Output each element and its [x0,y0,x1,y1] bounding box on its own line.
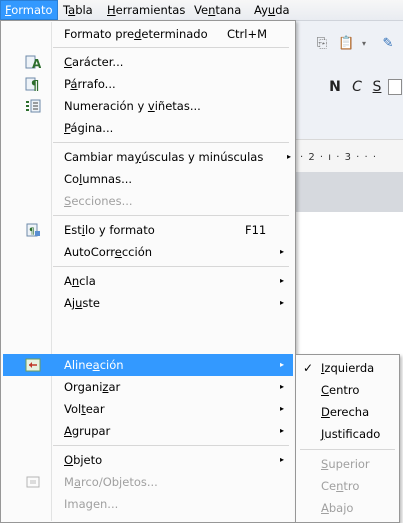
submenu-item-superior: Superior [321,457,370,471]
menu-item-agrupar[interactable]: Agrupar ▸ [3,420,293,442]
menu-formato[interactable]: Formato [0,0,58,20]
submenu-arrow-icon: ▸ [280,360,285,369]
menu-item-ajuste[interactable]: Ajuste ▸ [3,292,293,314]
frame-icon [26,476,40,488]
svg-text:A: A [32,57,41,70]
ruler-marks: · 2 · ı · 3 · · · [300,152,378,163]
submenu-arrow-icon: ▸ [280,426,285,435]
menu-item-imagen: Imagen... [64,497,119,511]
shortcut-ctrl-m: Ctrl+M [227,27,268,41]
menu-item-cambiar-mayusculas[interactable]: Cambiar mayúsculas y minúsculas ▸ [3,146,293,168]
align-left-button[interactable] [388,79,402,95]
bullets-numbering-icon [26,99,41,113]
menu-separator [53,445,289,446]
menu-item-alineacion[interactable]: Alineación ▸ [3,354,293,376]
menu-item-objeto[interactable]: Objeto ▸ [3,449,293,471]
menu-ayuda[interactable]: Ayuda [250,0,294,20]
paste-dropdown-icon[interactable]: ▾ [356,36,372,52]
menubar: Formato Tabla Herramientas Ventana Ayuda [0,0,403,21]
menu-separator [53,47,289,48]
menu-item-pagina[interactable]: Página... [3,117,293,139]
submenu-arrow-icon: ▸ [280,247,285,256]
menu-item-secciones: Secciones... [64,194,133,208]
menu-separator [53,142,289,143]
menu-ventana[interactable]: Ventana [190,0,245,20]
menu-item-numeracion-vinetas[interactable]: Numeración y viñetas... [3,95,293,117]
submenu-item-izquierda[interactable]: ✓ Izquierda [298,357,397,379]
menu-tabla[interactable]: Tabla [59,0,97,20]
menu-separator [53,215,289,216]
character-icon: A [25,55,41,70]
menu-separator [53,266,289,267]
submenu-item-justificado[interactable]: Justificado [298,423,397,445]
svg-text:¶: ¶ [29,227,35,237]
menu-item-ancla[interactable]: Ancla ▸ [3,270,293,292]
menu-item-autocorreccion[interactable]: AutoCorrección ▸ [3,241,293,263]
submenu-arrow-icon: ▸ [287,152,292,161]
submenu-item-derecha[interactable]: Derecha [298,401,397,423]
italic-button[interactable]: C [348,77,366,97]
document-page[interactable] [295,212,403,352]
underline-button[interactable]: S [368,77,386,97]
menu-item-marco-objetos: Marco/Objetos... [3,471,293,493]
document-margin [295,172,403,213]
submenu-separator [300,449,395,450]
menu-item-formato-predeterminado[interactable]: Formato predeterminado Ctrl+M [3,23,293,45]
menu-item-organizar[interactable]: Organizar ▸ [3,376,293,398]
submenu-arrow-icon: ▸ [280,276,285,285]
submenu-arrow-icon: ▸ [280,455,285,464]
submenu-arrow-icon: ▸ [280,382,285,391]
paragraph-icon: ¶ [25,77,39,92]
alineacion-submenu: ✓ Izquierda Centro Derecha Justificado S… [295,354,400,523]
checkmark-icon: ✓ [303,361,314,375]
menu-item-parrafo[interactable]: ¶ Párrafo... [3,73,293,95]
svg-text:¶: ¶ [31,79,39,92]
shortcut-f11: F11 [245,223,267,237]
submenu-item-centro-vertical: Centro [321,479,360,493]
submenu-item-abajo: Abajo [321,501,354,515]
menu-herramientas[interactable]: Herramientas [103,0,189,20]
menu-item-estilo-formato[interactable]: ¶ Estilo y formato F11 [3,219,293,241]
paste-icon[interactable]: 📋 [338,36,354,52]
styles-icon: ¶ [26,223,40,237]
alignment-icon [25,358,41,372]
formato-menu: Formato predeterminado Ctrl+M A Carácter… [0,20,296,523]
format-paintbrush-icon[interactable]: ✎ [380,36,396,52]
menu-item-caracter[interactable]: A Carácter... [3,51,293,73]
bold-button[interactable]: N [326,77,344,97]
submenu-arrow-icon: ▸ [280,298,285,307]
menu-item-columnas[interactable]: Columnas... [3,168,293,190]
copy-icon[interactable]: ⎘ [314,36,330,52]
menu-item-voltear[interactable]: Voltear ▸ [3,398,293,420]
submenu-item-centro[interactable]: Centro [298,379,397,401]
submenu-arrow-icon: ▸ [280,404,285,413]
